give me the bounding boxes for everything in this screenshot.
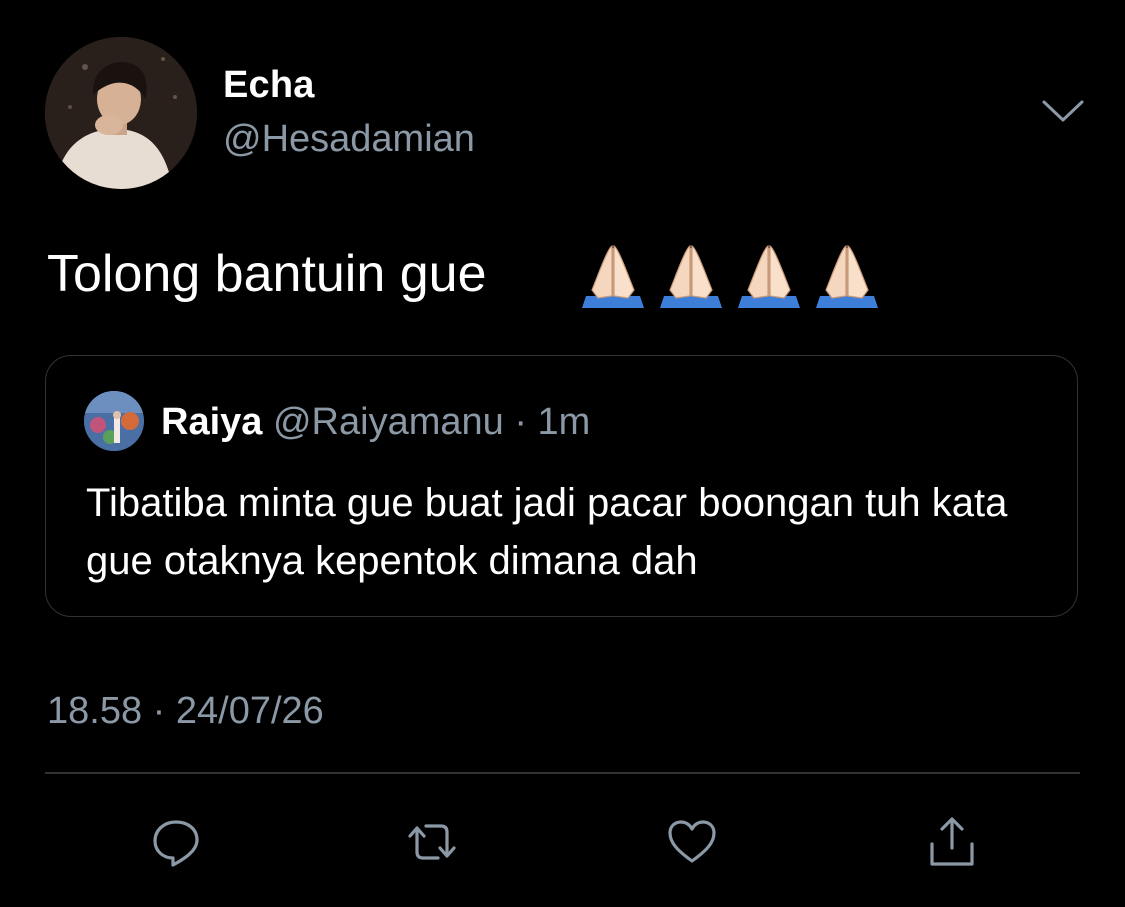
like-button[interactable]	[660, 810, 724, 874]
reply-button[interactable]	[144, 810, 208, 874]
folded-hands-icon	[656, 240, 726, 308]
retweet-button[interactable]	[400, 810, 464, 874]
folded-hands-icon	[812, 240, 882, 308]
folded-hands-icon	[734, 240, 804, 308]
author-display-name[interactable]: Echa	[223, 64, 315, 107]
chevron-down-icon[interactable]	[1040, 96, 1086, 126]
like-icon	[664, 814, 720, 870]
tweet-timestamp[interactable]: 18.58 · 24/07/26	[47, 690, 324, 733]
author-handle[interactable]: @Hesadamian	[223, 118, 475, 161]
share-icon	[924, 814, 980, 870]
quote-separator: ·	[514, 401, 527, 443]
author-avatar[interactable]	[45, 37, 197, 189]
divider	[45, 772, 1080, 774]
quote-author-avatar[interactable]	[84, 391, 144, 451]
emoji-row	[578, 240, 882, 308]
folded-hands-icon	[578, 240, 648, 308]
tweet-text: Tolong bantuin gue	[47, 245, 487, 303]
quote-tweet-card[interactable]: Raiya @Raiyamanu · 1m Tibatiba minta gue…	[45, 355, 1078, 617]
quote-display-name[interactable]: Raiya	[161, 401, 262, 443]
retweet-icon	[402, 814, 462, 870]
quote-header: Raiya @Raiyamanu · 1m	[161, 401, 590, 444]
reply-icon	[148, 814, 204, 870]
share-button[interactable]	[920, 810, 984, 874]
quote-text: Tibatiba minta gue buat jadi pacar boong…	[86, 481, 1008, 583]
quote-handle[interactable]: @Raiyamanu	[273, 401, 504, 443]
quote-time: 1m	[537, 401, 591, 443]
